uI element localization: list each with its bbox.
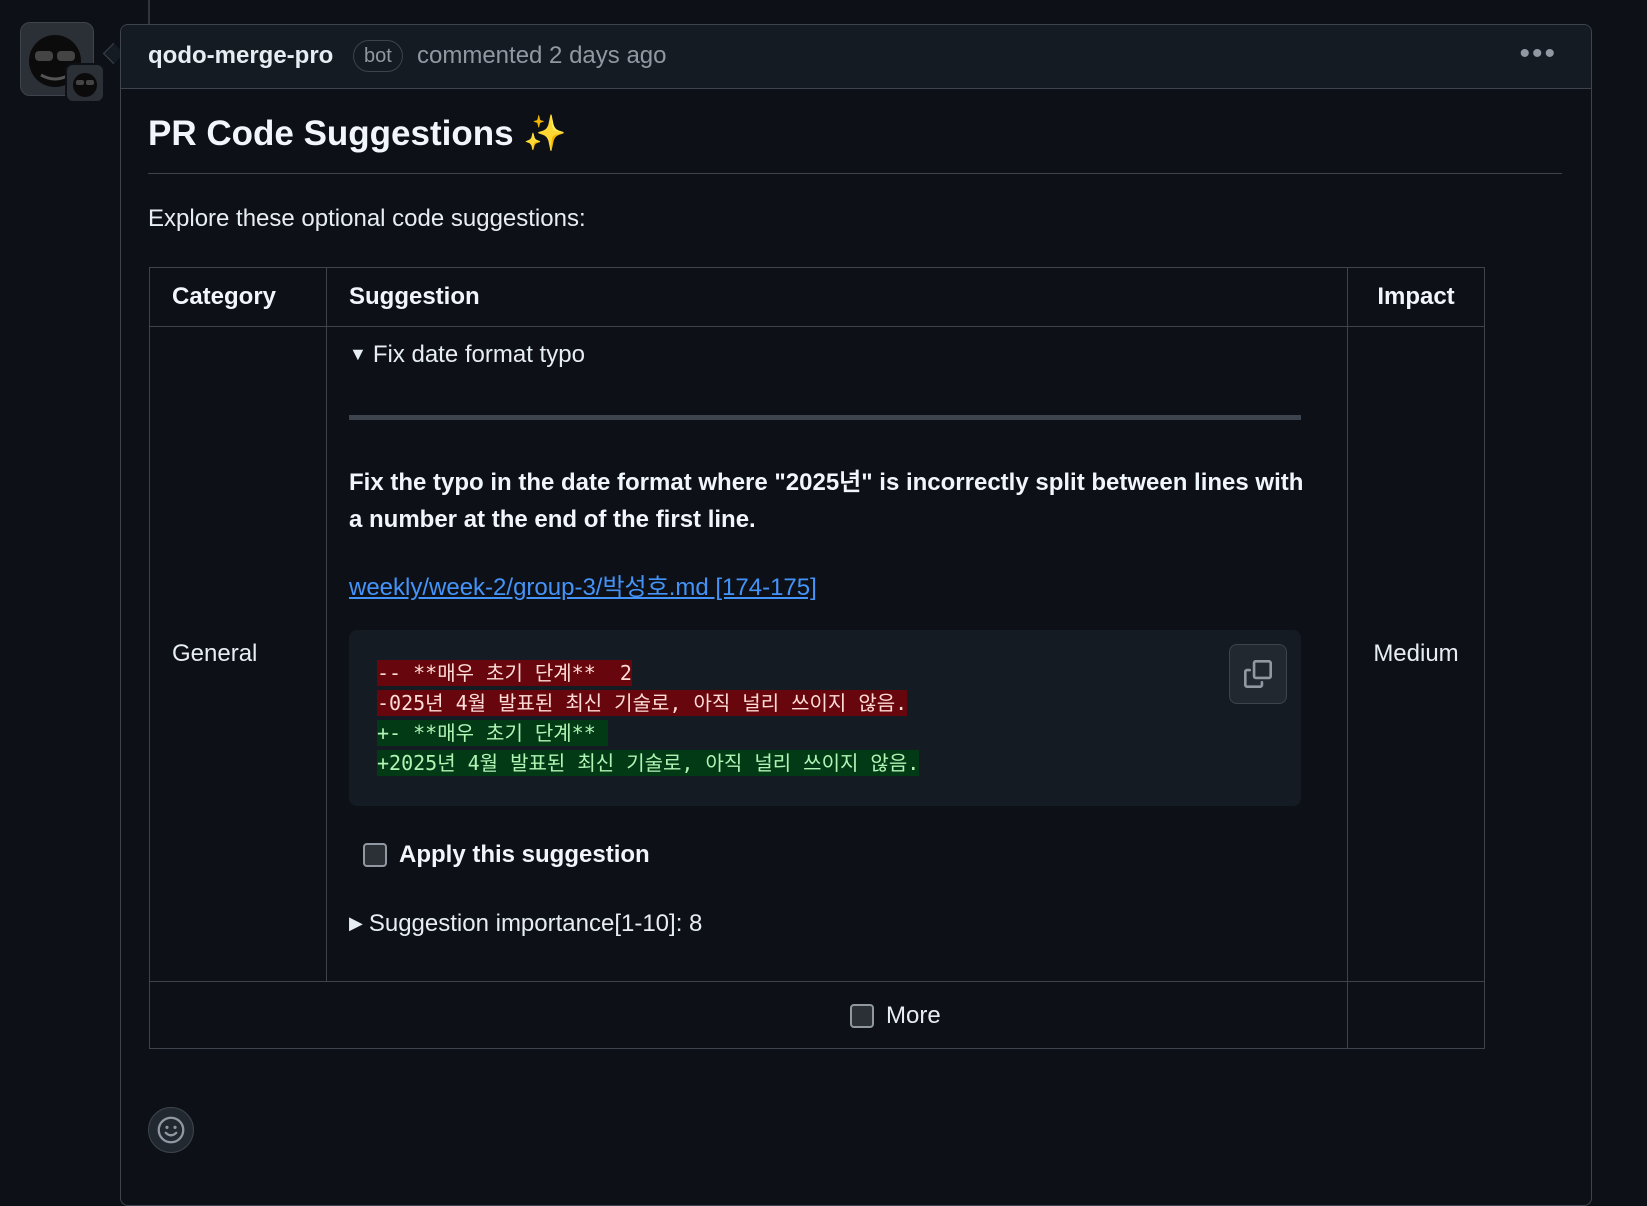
sparkles-icon: ✨ (523, 114, 567, 153)
diff-line: -025년 4월 발표된 최신 기술로, 아직 널리 쓰이지 않음. (377, 690, 908, 716)
comment-timestamp[interactable]: commented 2 days ago (417, 42, 666, 70)
more-toggle[interactable]: More (850, 1002, 941, 1030)
suggestion-summary-toggle[interactable]: ▼ Fix date format typo (349, 341, 585, 369)
comment-box: qodo-merge-pro bot commented 2 days ago … (120, 24, 1592, 1206)
title-divider (148, 173, 1562, 174)
copy-icon (1244, 660, 1272, 688)
comment-header: qodo-merge-pro bot commented 2 days ago … (121, 25, 1591, 89)
bot-badge: bot (353, 40, 403, 72)
empty-impact-cell (1347, 981, 1485, 1049)
importance-toggle[interactable]: ▶ Suggestion importance[1-10]: 8 (349, 910, 702, 938)
diff-code-block: -- **매우 초기 단계** 2 -025년 4월 발표된 최신 기술로, 아… (349, 630, 1301, 806)
more-row: More (149, 981, 1485, 1049)
diff-lines: -- **매우 초기 단계** 2 -025년 4월 발표된 최신 기술로, 아… (377, 658, 920, 778)
suggestions-table: Category Suggestion Impact General ▼ Fix … (149, 267, 1485, 1049)
more-cell: More (149, 981, 1348, 1049)
suggestion-description: Fix the typo in the date format where "2… (349, 469, 1304, 533)
header-suggestion: Suggestion (326, 267, 1348, 327)
triangle-down-icon: ▼ (349, 344, 367, 364)
importance-label: Suggestion importance[1-10]: 8 (368, 910, 703, 937)
table-header-row: Category Suggestion Impact (149, 267, 1485, 327)
more-label[interactable]: More (886, 1002, 941, 1030)
smiley-icon (157, 1116, 185, 1144)
suggestion-cell: ▼ Fix date format typo Fix the typo in th… (326, 326, 1348, 982)
header-category: Category (149, 267, 327, 327)
diff-line: -- **매우 초기 단계** 2 (377, 660, 632, 686)
table-row: General ▼ Fix date format typo Fix the ty… (149, 326, 1485, 982)
timeline-line (148, 0, 150, 24)
file-link[interactable]: weekly/week-2/group-3/박성호.md [174-175] (349, 567, 817, 602)
apply-suggestion-label[interactable]: Apply this suggestion (399, 841, 650, 869)
author-name[interactable]: qodo-merge-pro (148, 42, 333, 70)
kebab-horizontal-icon[interactable]: ••• (1519, 37, 1557, 71)
add-reaction-button[interactable] (148, 1107, 194, 1153)
diff-line: +2025년 4월 발표된 최신 기술로, 아직 널리 쓰이지 않음. (377, 750, 920, 776)
summary-divider (349, 415, 1301, 420)
app-badge-avatar (65, 63, 105, 103)
apply-suggestion-checkbox[interactable] (363, 843, 387, 867)
header-impact: Impact (1347, 267, 1485, 327)
suggestion-summary: Fix date format typo (372, 341, 585, 368)
page-title: PR Code Suggestions ✨ (148, 113, 567, 154)
copy-button[interactable] (1229, 644, 1287, 704)
category-cell: General (149, 326, 327, 982)
apply-suggestion-row[interactable]: Apply this suggestion (363, 841, 650, 869)
impact-cell: Medium (1347, 326, 1485, 982)
intro-text: Explore these optional code suggestions: (148, 205, 586, 232)
diff-line: +- **매우 초기 단계** (377, 720, 608, 746)
title-text: PR Code Suggestions (148, 114, 514, 153)
triangle-right-icon: ▶ (349, 913, 363, 933)
more-checkbox[interactable] (850, 1004, 874, 1028)
